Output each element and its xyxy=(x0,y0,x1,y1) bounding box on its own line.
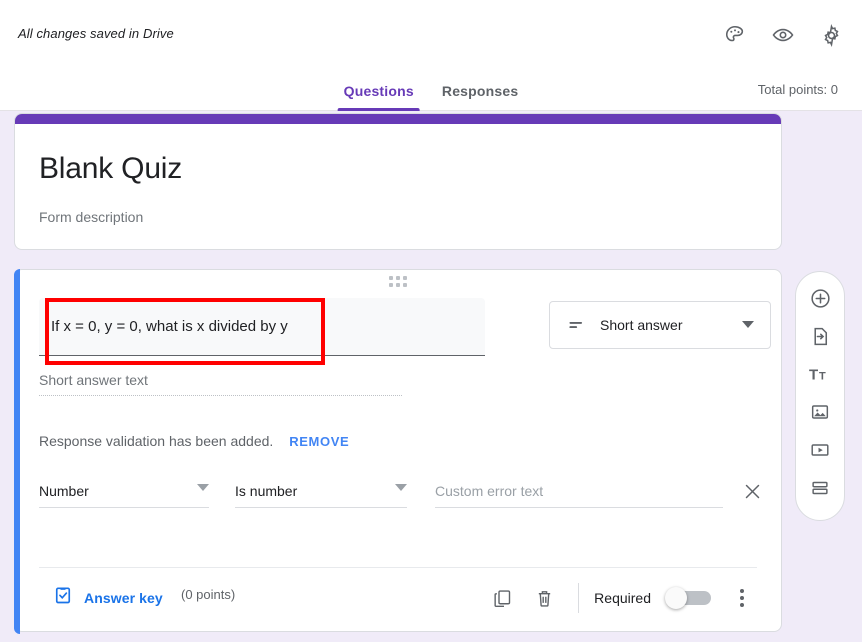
form-canvas: Blank Quiz Form description If x = 0, y … xyxy=(0,111,862,642)
required-toggle[interactable] xyxy=(665,587,711,609)
tab-questions-label: Questions xyxy=(343,82,414,99)
add-question-icon[interactable] xyxy=(801,282,839,314)
tab-responses-label: Responses xyxy=(441,82,519,99)
question-title-input[interactable]: If x = 0, y = 0, what is x divided by y xyxy=(39,298,485,356)
tab-strip: Questions Responses Total points: 0 xyxy=(0,70,862,111)
trash-icon[interactable] xyxy=(525,579,563,617)
question-footer: Answer key (0 points) Required xyxy=(15,567,781,632)
chevron-down-icon xyxy=(742,321,754,329)
validation-type-dropdown[interactable]: Number xyxy=(39,474,209,508)
svg-text:T: T xyxy=(809,367,818,384)
validation-condition-dropdown[interactable]: Is number xyxy=(235,474,407,508)
points-label: (0 points) xyxy=(181,587,236,602)
question-insert-toolbar: T T xyxy=(795,271,845,521)
more-vert-icon[interactable] xyxy=(723,579,761,617)
add-title-description-icon[interactable]: T T xyxy=(801,358,839,390)
short-answer-underline xyxy=(39,395,402,396)
validation-note-row: Response validation has been added. REMO… xyxy=(39,433,349,449)
question-top-row: If x = 0, y = 0, what is x divided by y … xyxy=(39,298,771,356)
top-bar: All changes saved in Drive xyxy=(0,0,862,70)
custom-error-text-input[interactable]: Custom error text xyxy=(435,474,723,508)
close-icon[interactable] xyxy=(739,478,765,504)
validation-type-label: Number xyxy=(39,482,89,499)
required-label: Required xyxy=(594,590,651,606)
short-answer-preview: Short answer text xyxy=(39,372,402,396)
gear-icon[interactable] xyxy=(814,18,848,52)
form-header-card[interactable]: Blank Quiz Form description xyxy=(14,113,782,250)
question-card[interactable]: If x = 0, y = 0, what is x divided by y … xyxy=(14,269,782,634)
tab-list: Questions Responses xyxy=(330,70,533,111)
short-answer-icon xyxy=(567,315,587,335)
total-points-label: Total points: 0 xyxy=(757,82,838,97)
form-description[interactable]: Form description xyxy=(39,209,143,225)
tab-questions[interactable]: Questions xyxy=(330,70,428,111)
form-header-stripe xyxy=(15,114,781,124)
save-status-text: All changes saved in Drive xyxy=(18,26,174,41)
required-toggle-knob xyxy=(665,587,687,609)
validation-controls-row: Number Is number Custom error text xyxy=(39,474,759,520)
validation-note-text: Response validation has been added. xyxy=(39,433,274,449)
answer-key-label: Answer key xyxy=(84,589,163,606)
svg-text:T: T xyxy=(819,371,826,383)
duplicate-icon[interactable] xyxy=(483,579,521,617)
eye-icon[interactable] xyxy=(766,18,800,52)
clipboard-check-icon xyxy=(53,585,73,610)
form-title[interactable]: Blank Quiz xyxy=(39,152,182,186)
palette-icon[interactable] xyxy=(718,18,752,52)
add-section-icon[interactable] xyxy=(801,472,839,504)
tab-responses[interactable]: Responses xyxy=(428,70,533,111)
footer-divider-vertical xyxy=(578,583,580,613)
question-type-dropdown[interactable]: Short answer xyxy=(549,301,771,349)
add-image-icon[interactable] xyxy=(801,396,839,428)
drag-handle-icon[interactable] xyxy=(389,276,407,287)
chevron-down-icon xyxy=(395,479,407,497)
question-title-value: If x = 0, y = 0, what is x divided by y xyxy=(51,318,288,335)
top-bar-actions xyxy=(718,18,848,52)
question-footer-actions: Required xyxy=(483,579,761,617)
question-type-label: Short answer xyxy=(600,317,683,333)
remove-validation-link[interactable]: REMOVE xyxy=(289,434,349,449)
validation-condition-label: Is number xyxy=(235,482,298,499)
answer-key-button[interactable]: Answer key xyxy=(53,585,163,610)
short-answer-placeholder: Short answer text xyxy=(39,372,148,388)
chevron-down-icon xyxy=(197,479,209,497)
add-video-icon[interactable] xyxy=(801,434,839,466)
custom-error-text-placeholder: Custom error text xyxy=(435,482,544,499)
import-questions-icon[interactable] xyxy=(801,320,839,352)
